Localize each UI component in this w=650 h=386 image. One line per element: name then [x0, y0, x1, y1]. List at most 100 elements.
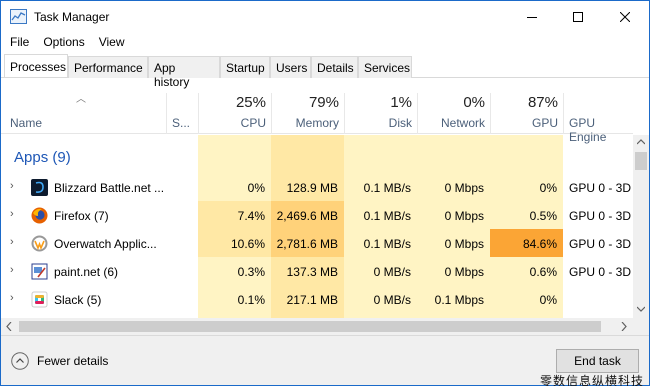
network-total: 0% — [463, 94, 485, 111]
tab-services[interactable]: Services — [358, 56, 412, 78]
disk-cell: 0 MB/s — [373, 293, 411, 307]
menu-bar: File Options View — [1, 33, 125, 53]
network-label: Network — [440, 116, 485, 130]
menu-file[interactable]: File — [10, 33, 29, 53]
column-cpu[interactable]: 25% CPU — [198, 93, 271, 134]
gpu-engine-cell: GPU 0 - 3D — [569, 237, 632, 251]
horizontal-scrollbar[interactable] — [1, 318, 633, 335]
watermark-text: 零数信息纵横科技 — [540, 374, 645, 386]
column-status-label: S... — [172, 116, 191, 130]
end-task-button[interactable]: End task — [556, 349, 639, 373]
expand-chevron-icon[interactable]: › — [10, 264, 14, 276]
maximize-icon — [573, 12, 583, 22]
tab-details[interactable]: Details — [311, 56, 358, 78]
close-icon — [620, 12, 630, 22]
expand-chevron-icon[interactable]: › — [10, 236, 14, 248]
process-name: paint.net (6) — [54, 265, 119, 279]
minimize-button[interactable] — [509, 1, 555, 33]
scrollbar-corner — [633, 318, 649, 335]
gpu-engine-cell: GPU 0 - 3D — [569, 181, 632, 195]
gpu-total: 87% — [527, 94, 558, 111]
gpu-cell: 84.6% — [490, 229, 563, 257]
tab-startup[interactable]: Startup — [220, 56, 270, 78]
disk-cell: 0.1 MB/s — [363, 237, 411, 251]
column-header: ︿ Name S... 25% CPU 79% Memory 1% Disk 0… — [1, 78, 633, 144]
memory-cell: 137.3 MB — [286, 265, 338, 279]
scroll-right-icon[interactable] — [621, 322, 627, 331]
memory-label: Memory — [295, 116, 339, 130]
column-name[interactable]: Name — [10, 116, 42, 130]
network-cell: 0 Mbps — [444, 181, 484, 195]
fewer-details-link[interactable]: Fewer details — [37, 354, 108, 368]
vertical-scrollbar[interactable] — [633, 135, 649, 318]
scroll-up-icon[interactable] — [637, 139, 645, 145]
scroll-down-icon[interactable] — [637, 306, 645, 312]
process-name: Overwatch Applic... — [54, 237, 157, 251]
cpu-cell: 10.6% — [198, 229, 271, 257]
column-network[interactable]: 0% Network — [417, 93, 490, 134]
memory-cell: 128.9 MB — [286, 181, 338, 195]
horizontal-scroll-thumb[interactable] — [19, 321, 601, 332]
scroll-left-icon[interactable] — [6, 322, 12, 331]
overwatch-icon — [31, 235, 48, 252]
title-bar[interactable]: Task Manager — [1, 1, 649, 33]
task-manager-window: Task Manager File Options View Processes… — [0, 0, 650, 386]
task-manager-app-icon — [10, 9, 27, 24]
gpu-cell: 0% — [539, 181, 557, 195]
memory-cell: 217.1 MB — [286, 293, 338, 307]
gpu-engine-cell — [563, 285, 633, 313]
table-row[interactable]: › paint.net (6) 0.3% 137.3 MB 0 MB/s 0 M… — [1, 257, 633, 285]
gpu-label: GPU — [531, 116, 558, 130]
vertical-scroll-thumb[interactable] — [635, 152, 647, 170]
column-status[interactable]: S... — [166, 93, 198, 134]
close-button[interactable] — [602, 1, 648, 33]
maximize-button[interactable] — [555, 1, 601, 33]
cpu-cell: 7.4% — [198, 201, 271, 229]
expand-chevron-icon[interactable]: › — [10, 292, 14, 304]
tab-users[interactable]: Users — [270, 56, 311, 78]
menu-options[interactable]: Options — [43, 33, 84, 53]
column-memory[interactable]: 79% Memory — [271, 93, 344, 134]
memory-cell: 2,781.6 MB — [271, 229, 344, 257]
disk-cell: 0.1 MB/s — [363, 181, 411, 195]
table-row[interactable]: › Firefox (7) 7.4% 2,469.6 MB 0.1 MB/s 0… — [1, 201, 633, 229]
memory-cell: 2,469.6 MB — [271, 201, 344, 229]
cpu-cell: 0% — [247, 181, 265, 195]
gpu-engine-cell: GPU 0 - 3D — [569, 265, 632, 279]
paintnet-icon — [31, 263, 48, 280]
column-gpu-engine[interactable]: GPU Engine — [563, 93, 633, 144]
gpu-cell: 0.6% — [529, 265, 557, 279]
network-cell: 0 Mbps — [444, 265, 484, 279]
tab-strip: Processes Performance App history Startu… — [1, 54, 649, 89]
table-row[interactable]: › Overwatch Applic... 10.6% 2,781.6 MB 0… — [1, 229, 633, 257]
tab-app-history[interactable]: App history — [148, 56, 220, 89]
tab-processes[interactable]: Processes — [4, 54, 68, 77]
process-list: Apps (9) › Blizzard Battle.net ... 0% 12… — [1, 135, 633, 318]
disk-label: Disk — [388, 116, 412, 130]
cpu-total: 25% — [235, 94, 266, 111]
process-name: Blizzard Battle.net ... — [54, 181, 165, 195]
expand-chevron-icon[interactable]: › — [10, 180, 14, 192]
fewer-details-icon[interactable] — [11, 352, 29, 370]
sort-ascending-icon: ︿ — [76, 94, 86, 105]
cpu-cell: 0.3% — [237, 265, 265, 279]
column-disk[interactable]: 1% Disk — [344, 93, 417, 134]
gpu-cell: 0.5% — [529, 209, 557, 223]
gpu-engine-cell: GPU 0 - 3D — [569, 209, 632, 223]
process-name: Firefox (7) — [54, 209, 109, 223]
battlenet-icon — [31, 179, 48, 196]
menu-view[interactable]: View — [99, 33, 125, 53]
process-name: Slack (5) — [54, 293, 102, 307]
apps-group-header[interactable]: Apps (9) — [1, 135, 633, 174]
expand-chevron-icon[interactable]: › — [10, 208, 14, 220]
disk-cell: 0.1 MB/s — [363, 209, 411, 223]
window-title: Task Manager — [34, 10, 110, 24]
cpu-cell: 0.1% — [237, 293, 265, 307]
tab-performance[interactable]: Performance — [68, 56, 148, 78]
table-row[interactable]: › Blizzard Battle.net ... 0% 128.9 MB 0.… — [1, 173, 633, 201]
table-row[interactable]: › Slack (5) 0.1% 217.1 MB 0 MB/s 0.1 Mbp… — [1, 285, 633, 313]
column-gpu[interactable]: 87% GPU — [490, 93, 563, 134]
apps-group-label: Apps (9) — [14, 149, 71, 166]
memory-total: 79% — [308, 94, 339, 111]
slack-icon — [31, 291, 48, 308]
